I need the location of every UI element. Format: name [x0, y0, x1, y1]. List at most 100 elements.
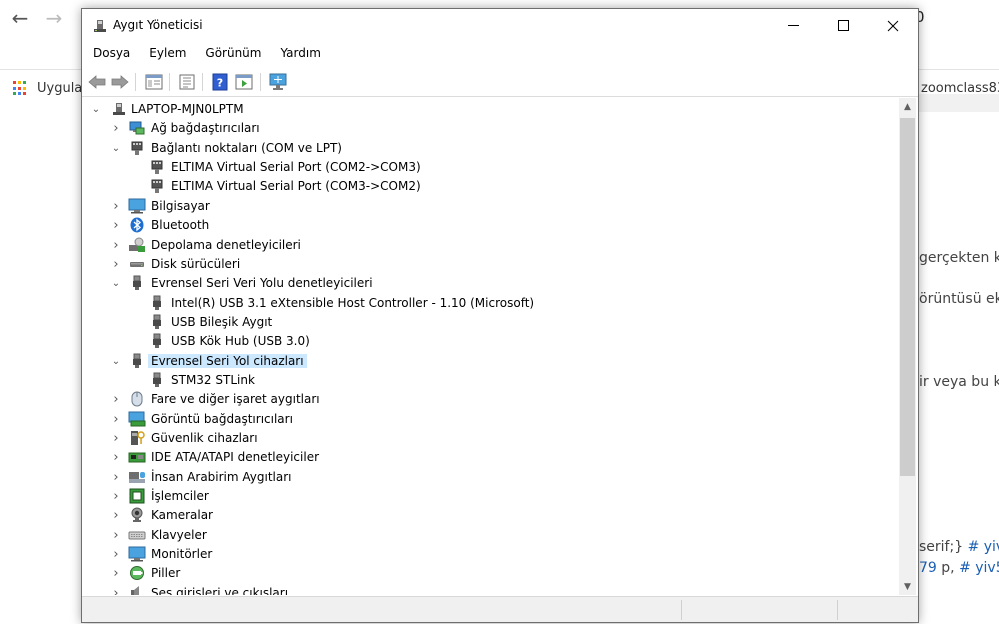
keyboard-icon: [128, 526, 146, 544]
tree-item-label: Evrensel Seri Veri Yolu denetleyicileri: [151, 276, 373, 291]
tree-category[interactable]: › Görüntü bağdaştırıcıları: [82, 410, 882, 429]
tree-category[interactable]: › Ses girişleri ve çıkışları: [82, 584, 882, 595]
apps-grid-icon[interactable]: [13, 81, 28, 96]
tree-device[interactable]: USB Bileşik Aygıt: [82, 313, 882, 332]
tree-device[interactable]: Intel(R) USB 3.1 eXtensible Host Control…: [82, 294, 882, 313]
tree-category[interactable]: ⌄ Evrensel Seri Veri Yolu denetleyicileri: [82, 274, 882, 293]
scroll-down-icon[interactable]: ▼: [899, 578, 916, 595]
chevron-right-icon[interactable]: ›: [110, 429, 122, 448]
menu-dosya[interactable]: Dosya: [82, 43, 138, 65]
tree-device[interactable]: STM32 STLink: [82, 371, 882, 390]
code-link[interactable]: # yiv5: [968, 539, 999, 555]
page-code-line: serif;} # yiv5: [919, 539, 999, 555]
scroll-up-icon[interactable]: ▲: [899, 98, 916, 115]
chevron-down-icon[interactable]: ⌄: [90, 100, 102, 119]
usb-icon: [148, 313, 166, 331]
chevron-right-icon[interactable]: ›: [110, 487, 122, 506]
chevron-down-icon[interactable]: ⌄: [110, 139, 122, 158]
run-icon[interactable]: [233, 71, 255, 93]
back-arrow-icon[interactable]: ←: [8, 6, 32, 30]
tree-item-label: ELTIMA Virtual Serial Port (COM3->COM2): [171, 179, 421, 194]
chevron-right-icon[interactable]: ›: [110, 584, 122, 595]
tree-item-label: Disk sürücüleri: [151, 256, 241, 271]
tree-category[interactable]: › Bilgisayar: [82, 197, 882, 216]
tree-category[interactable]: › Bluetooth: [82, 216, 882, 235]
tree-category[interactable]: › Kameralar: [82, 506, 882, 525]
menu-gorunum[interactable]: Görünüm: [194, 43, 269, 65]
properties-icon[interactable]: [176, 71, 198, 93]
tree-item-label: Bağlantı noktaları (COM ve LPT): [151, 140, 342, 155]
minimize-button[interactable]: [768, 9, 818, 42]
maximize-button[interactable]: [818, 9, 868, 42]
chevron-down-icon[interactable]: ⌄: [110, 352, 122, 371]
menu-yardim[interactable]: Yardım: [269, 43, 328, 65]
forward-icon[interactable]: [109, 71, 131, 93]
menu-bar: Dosya Eylem Görünüm Yardım: [82, 43, 918, 65]
hid-icon: [128, 468, 146, 486]
chevron-right-icon[interactable]: ›: [110, 255, 122, 274]
window-title: Aygıt Yöneticisi: [113, 18, 203, 32]
tree-item-label: Monitörler: [151, 547, 213, 562]
code-link[interactable]: # yiv53: [959, 560, 999, 576]
chevron-right-icon[interactable]: ›: [110, 506, 122, 525]
chevron-right-icon[interactable]: ›: [110, 197, 122, 216]
chevron-right-icon[interactable]: ›: [110, 216, 122, 235]
tree-item-label: USB Kök Hub (USB 3.0): [171, 334, 310, 349]
tree-category[interactable]: ⌄ Evrensel Seri Yol cihazları: [82, 352, 882, 371]
vertical-scrollbar[interactable]: ▲ ▼: [899, 98, 916, 595]
code-text: p,: [941, 560, 955, 576]
tree-item-label: Bluetooth: [151, 218, 210, 233]
chevron-right-icon[interactable]: ›: [110, 390, 122, 409]
processor-icon: [128, 487, 146, 505]
chevron-right-icon[interactable]: ›: [110, 468, 122, 487]
back-icon[interactable]: [86, 71, 108, 93]
tree-device[interactable]: ELTIMA Virtual Serial Port (COM3->COM2): [82, 177, 882, 196]
code-text: serif;}: [919, 539, 964, 555]
scrollbar-thumb[interactable]: [900, 118, 915, 476]
page-text-line: ir veya bu ka: [919, 374, 999, 390]
tree-category[interactable]: ⌄ Bağlantı noktaları (COM ve LPT): [82, 139, 882, 158]
menu-eylem[interactable]: Eylem: [138, 43, 194, 65]
tree-item-label: Depolama denetleyicileri: [151, 237, 301, 252]
tree-item-label: Piller: [151, 566, 181, 581]
audio-icon: [128, 584, 146, 595]
tree-root-label: LAPTOP-MJN0LPTM: [131, 102, 244, 116]
tree-item-label: ELTIMA Virtual Serial Port (COM2->COM3): [171, 160, 421, 175]
tree-item-label: Bilgisayar: [151, 198, 210, 213]
tree-category[interactable]: › Ağ bağdaştırıcıları: [82, 119, 882, 138]
chevron-down-icon[interactable]: ⌄: [110, 274, 122, 293]
status-bar: [82, 596, 918, 622]
tree-root[interactable]: ⌄ LAPTOP-MJN0LPTM: [82, 100, 882, 119]
monitor-icon[interactable]: [267, 71, 289, 93]
port-icon: [148, 158, 166, 176]
tree-category[interactable]: › Piller: [82, 564, 882, 583]
tree-category[interactable]: › Güvenlik cihazları: [82, 429, 882, 448]
tree-device[interactable]: ELTIMA Virtual Serial Port (COM2->COM3): [82, 158, 882, 177]
tree-category[interactable]: › Fare ve diğer işaret aygıtları: [82, 390, 882, 409]
tree-category[interactable]: › IDE ATA/ATAPI denetleyiciler: [82, 448, 882, 467]
title-bar[interactable]: Aygıt Yöneticisi: [82, 9, 918, 42]
chevron-right-icon[interactable]: ›: [110, 119, 122, 138]
tree-category[interactable]: › Monitörler: [82, 545, 882, 564]
chevron-right-icon[interactable]: ›: [110, 526, 122, 545]
code-link[interactable]: 79: [919, 560, 937, 576]
tree-category[interactable]: › Depolama denetleyicileri: [82, 236, 882, 255]
chevron-right-icon[interactable]: ›: [110, 545, 122, 564]
close-button[interactable]: [868, 9, 918, 42]
forward-arrow-icon[interactable]: →: [42, 6, 66, 30]
show-hide-console-tree-icon[interactable]: [143, 71, 165, 93]
chevron-right-icon[interactable]: ›: [110, 410, 122, 429]
help-icon[interactable]: ?: [209, 71, 231, 93]
tree-category[interactable]: › İnsan Arabirim Aygıtları: [82, 468, 882, 487]
tree-category[interactable]: › Disk sürücüleri: [82, 255, 882, 274]
chevron-right-icon[interactable]: ›: [110, 564, 122, 583]
tree-item-label: İnsan Arabirim Aygıtları: [151, 469, 292, 484]
tree-item-label: Evrensel Seri Yol cihazları: [148, 353, 307, 368]
tree-category[interactable]: › Klavyeler: [82, 526, 882, 545]
chevron-right-icon[interactable]: ›: [110, 448, 122, 467]
tree-device[interactable]: USB Kök Hub (USB 3.0): [82, 332, 882, 351]
chevron-right-icon[interactable]: ›: [110, 236, 122, 255]
tree-item-label: IDE ATA/ATAPI denetleyiciler: [151, 450, 320, 465]
tree-category[interactable]: › İşlemciler: [82, 487, 882, 506]
page-code-line: 79 p, # yiv53: [919, 560, 999, 576]
